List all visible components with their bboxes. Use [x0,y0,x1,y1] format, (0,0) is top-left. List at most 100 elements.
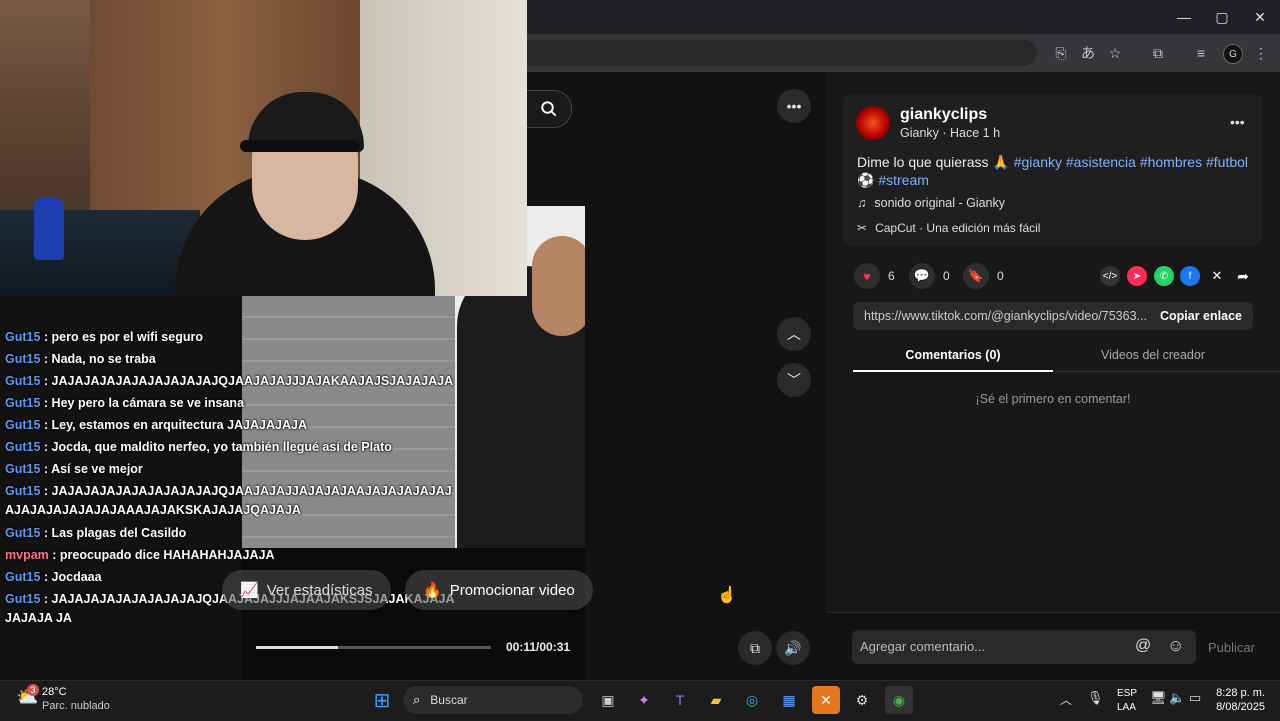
heart-icon: ♥ [854,263,880,289]
chat-text: : Jocdaaa [40,570,102,584]
chrome-icon[interactable]: ◉ [885,686,913,714]
taskbar-search[interactable]: ⌕ Buscar [403,686,583,714]
like-count: 6 [888,269,895,283]
float-player-button[interactable]: ⧉ [738,631,772,665]
whatsapp-icon[interactable]: ✆ [1154,266,1174,286]
hashtag-link[interactable]: #stream [878,172,929,188]
comment-placeholder: Agregar comentario... [860,639,986,654]
edge-icon[interactable]: ◎ [738,686,766,714]
reading-list-icon[interactable]: ≡ [1190,42,1212,64]
chat-message: Gut15 : Ley, estamos en arquitectura JAJ… [0,414,470,436]
teams-icon[interactable]: T [666,686,694,714]
browser-menu-icon[interactable]: ⋮ [1250,42,1272,64]
file-explorer-icon[interactable]: ▰ [702,686,730,714]
settings-icon[interactable]: ⚙ [848,686,876,714]
chat-username: Gut15 [5,330,41,344]
x-icon[interactable]: ✕ [1207,266,1227,286]
facebook-icon[interactable]: f [1180,266,1200,286]
creator-username[interactable]: giankyclips [900,106,987,124]
language-layout[interactable]: LAA [1117,702,1136,713]
chat-text: : Nada, no se traba [40,352,156,366]
minimize-button[interactable]: — [1165,9,1203,25]
video-time: 00:11/00:31 [506,640,571,654]
address-bar[interactable] [527,40,1037,66]
chat-text: : Hey pero la cámara se ve insana [40,396,245,410]
post-caption: Dime lo que quierass 🙏 #gianky #asistenc… [857,153,1252,189]
search-button[interactable] [527,90,572,128]
like-button[interactable]: ♥ 6 [854,263,895,289]
clock-time[interactable]: 8:28 p. m. [1215,687,1265,699]
copy-link-button[interactable]: Copiar enlace [1160,309,1242,323]
chat-username: Gut15 [5,396,41,410]
weather-badge: 3 [27,684,39,696]
previous-video-button[interactable]: ︿ [777,317,811,351]
store-icon[interactable]: ▦ [775,686,803,714]
comment-bubble-icon: 💬 [909,263,935,289]
next-video-button[interactable]: ﹀ [777,363,811,397]
task-view-icon[interactable]: ▣ [594,686,622,714]
weather-temp: 28°C [42,686,67,698]
football-emoji: ⚽ [857,172,875,188]
view-stats-button[interactable]: 📈 Ver estadísticas [222,570,391,610]
bookmark-star-icon[interactable]: ☆ [1104,42,1126,64]
webcam-cap-visor [240,140,360,152]
volume-tray-icon[interactable]: 🔈 [1169,690,1185,706]
embed-icon[interactable]: </> [1100,266,1120,286]
chat-username: Gut15 [5,462,41,476]
share-arrow-icon[interactable]: ➦ [1233,266,1253,286]
comment-button[interactable]: 💬 0 [909,263,950,289]
tab-creator-videos[interactable]: Videos del creador [1053,348,1253,362]
close-window-button[interactable]: ✕ [1241,9,1279,26]
chat-text: : JAJAJAJAJAJAJAJAJAJAJQJAAJAJAJJJAJAKAA… [40,374,454,388]
webcam-overlay [0,0,527,296]
tab-comments[interactable]: Comentarios (0) [853,348,1053,362]
search-icon: ⌕ [413,692,421,707]
more-options-button[interactable]: ••• [777,89,811,123]
chat-username: Gut15 [5,570,41,584]
tab-active-indicator [853,370,1053,372]
video-link[interactable]: https://www.tiktok.com/@giankyclips/vide… [864,309,1146,323]
mention-icon[interactable]: @ [1135,637,1151,655]
battery-icon[interactable]: ▭ [1189,690,1201,706]
webcam-bottle [34,198,64,260]
extensions-icon[interactable]: ⧉ [1147,42,1169,64]
hashtag-link[interactable]: #futbol [1206,154,1248,170]
post-more-icon[interactable]: ••• [1230,114,1245,130]
chat-text: : pero es por el wifi seguro [40,330,203,344]
emoji-icon[interactable]: ☺ [1167,636,1184,656]
hashtag-link[interactable]: #asistencia [1066,154,1136,170]
install-app-icon[interactable]: ⎘ [1050,42,1072,64]
chat-message: Gut15 : pero es por el wifi seguro [0,326,470,348]
maximize-button[interactable]: ▢ [1203,9,1241,26]
chat-username: Gut15 [5,592,41,606]
network-icon[interactable]: 🖥 [1150,690,1167,706]
profile-avatar[interactable]: G [1223,44,1243,64]
save-count: 0 [997,269,1004,283]
language-code[interactable]: ESP [1117,688,1137,699]
translate-icon[interactable]: あ [1077,42,1099,64]
chat-username: mvpam [5,548,49,562]
hidden-icons-chevron-icon[interactable]: ︿ [1060,691,1072,708]
copilot-icon[interactable]: ✦ [630,686,658,714]
speaker-icon: 🔊 [784,639,802,656]
flame-icon: 🔥 [423,582,442,599]
clock-date[interactable]: 8/08/2025 [1211,701,1265,713]
volume-button[interactable]: 🔊 [776,631,810,665]
picture-in-picture-icon: ⧉ [750,639,760,656]
send-to-friends-icon[interactable]: ➤ [1127,266,1147,286]
chat-text: : JAJAJAJAJAJAJAJAJAJAJQJAAJAJAJJAJAJAJA… [5,484,452,517]
progress-fill [256,646,339,649]
xampp-icon[interactable]: ✕ [812,686,840,714]
save-button[interactable]: 🔖 0 [963,263,1004,289]
chat-message: Gut15 : Jocda, que maldito nerfeo, yo ta… [0,436,470,458]
creator-avatar[interactable] [856,106,890,140]
promote-video-button[interactable]: 🔥 Promocionar video [405,570,593,610]
hashtag-link[interactable]: #hombres [1140,154,1202,170]
sound-link[interactable]: ♫ sonido original - Gianky [857,196,1005,210]
publish-button[interactable]: Publicar [1208,640,1255,655]
mouse-cursor-icon: ☝ [717,587,737,604]
capcut-link[interactable]: ✂ CapCut · Una edición más fácil [857,221,1040,235]
microphone-icon[interactable]: 🎙 [1087,690,1104,706]
hashtag-link[interactable]: #gianky [1014,154,1062,170]
windows-start-icon[interactable]: ⊞ [368,686,396,714]
